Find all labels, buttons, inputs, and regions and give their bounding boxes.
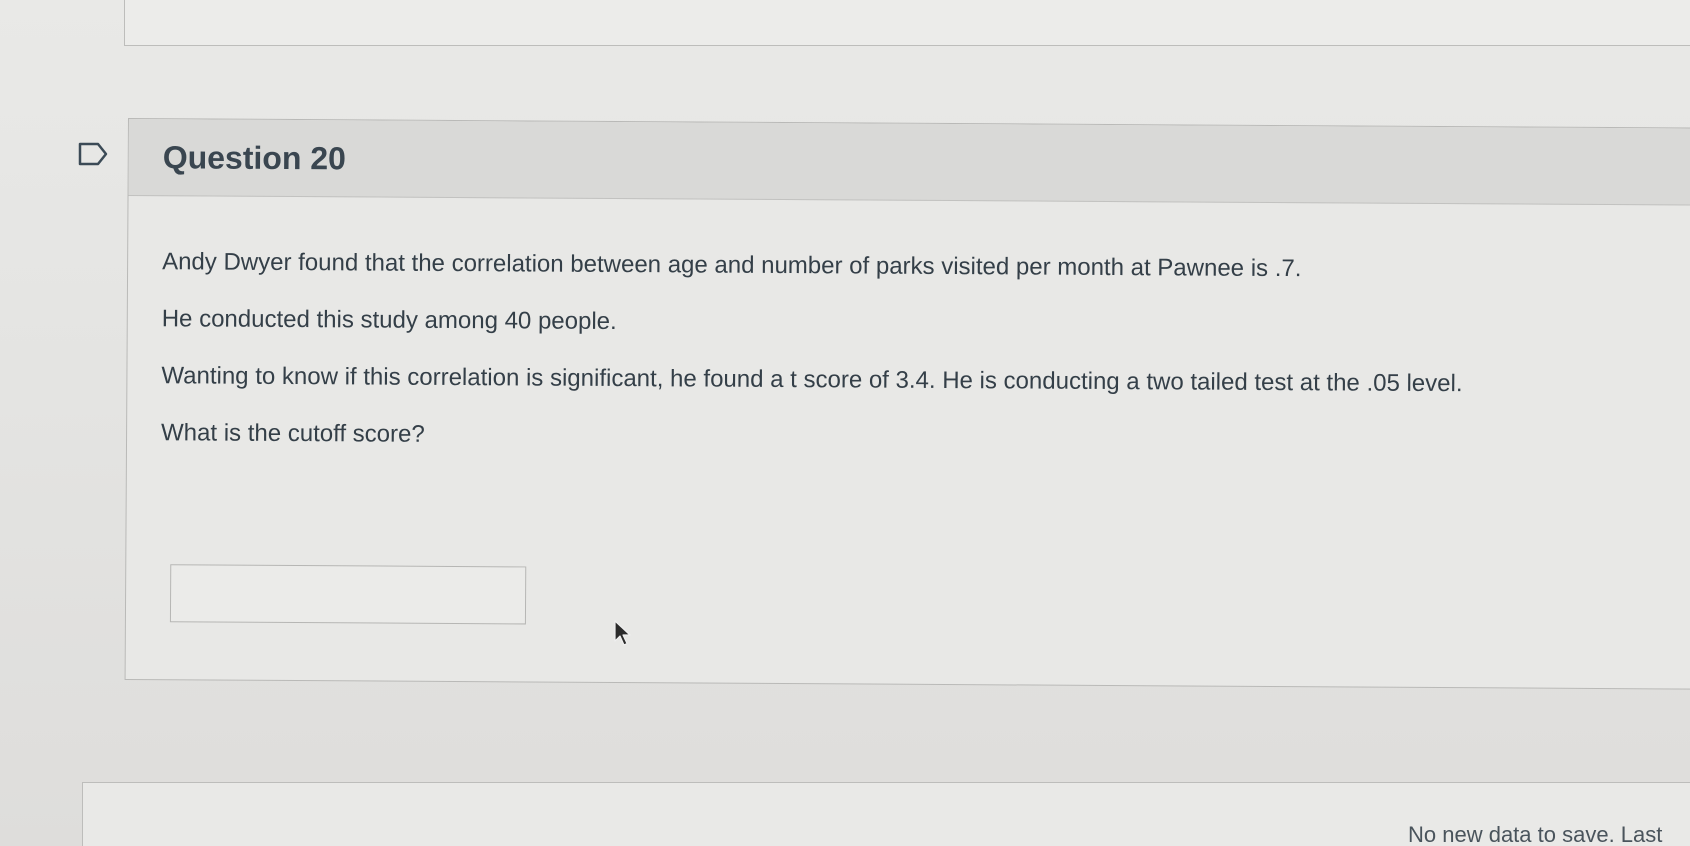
question-title: Question 20 xyxy=(162,138,347,176)
previous-question-card xyxy=(124,0,1690,46)
quiz-page: Question 20 Andy Dwyer found that the co… xyxy=(0,0,1690,846)
question-text-line: What is the cutoff score? xyxy=(160,419,425,448)
mouse-pointer-icon xyxy=(614,620,631,646)
question-text-line: He conducted this study among 40 people. xyxy=(161,305,617,335)
answer-input[interactable] xyxy=(169,564,527,625)
question-text-line: Wanting to know if this correlation is s… xyxy=(161,362,1463,398)
question-card: Question 20 Andy Dwyer found that the co… xyxy=(124,118,1690,690)
flag-question-icon[interactable] xyxy=(78,142,108,166)
question-header: Question 20 xyxy=(128,119,1690,206)
save-status-text: No new data to save. Last xyxy=(1408,822,1663,846)
question-text-line: Andy Dwyer found that the correlation be… xyxy=(162,248,1302,283)
question-body: Andy Dwyer found that the correlation be… xyxy=(127,196,1690,455)
